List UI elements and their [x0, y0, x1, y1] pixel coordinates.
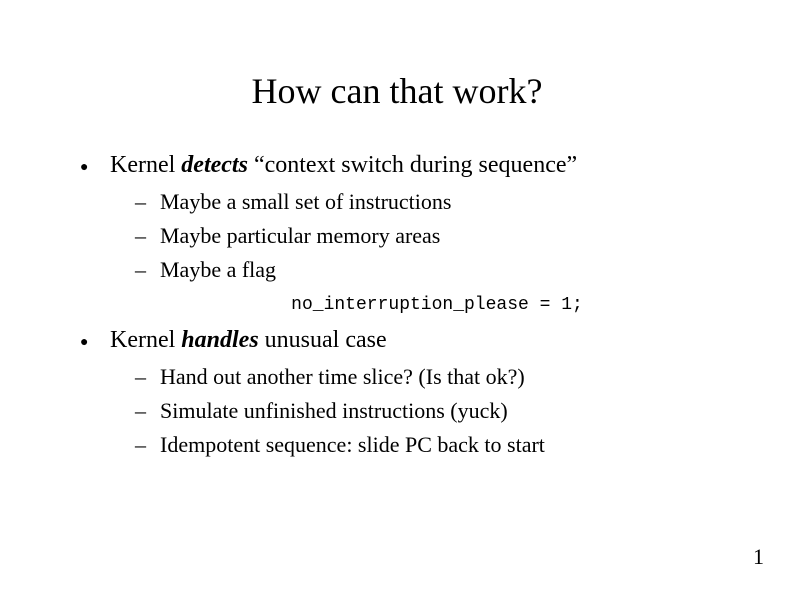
sub-item-2c: Idempotent sequence: slide PC back to st…: [160, 432, 744, 458]
sub-list-2: Hand out another time slice? (Is that ok…: [110, 364, 744, 458]
sub-item-1c: Maybe a flag: [160, 257, 744, 283]
page-number: 1: [753, 544, 764, 570]
sub-item-1b: Maybe particular memory areas: [160, 223, 744, 249]
slide-title: How can that work?: [50, 70, 744, 112]
bullet-2-pre: Kernel: [110, 327, 181, 353]
bullet-2-emphasis: handles: [181, 327, 258, 353]
bullet-1-pre: Kernel: [110, 152, 181, 178]
sub-item-2b: Simulate unfinished instructions (yuck): [160, 398, 744, 424]
bullet-1-post: “context switch during sequence”: [248, 152, 577, 178]
bullet-item-1: Kernel detects “context switch during se…: [110, 152, 744, 283]
bullet-2-post: unusual case: [259, 327, 387, 353]
sub-item-2a: Hand out another time slice? (Is that ok…: [160, 364, 744, 390]
sub-item-1a: Maybe a small set of instructions: [160, 189, 744, 215]
bullet-1-emphasis: detects: [181, 152, 248, 178]
bullet-item-2: Kernel handles unusual case Hand out ano…: [110, 327, 744, 458]
main-bullet-list-2: Kernel handles unusual case Hand out ano…: [50, 327, 744, 458]
code-snippet: no_interruption_please = 1;: [50, 295, 744, 315]
slide-content: How can that work? Kernel detects “conte…: [0, 0, 794, 498]
sub-list-1: Maybe a small set of instructions Maybe …: [110, 189, 744, 283]
main-bullet-list: Kernel detects “context switch during se…: [50, 152, 744, 283]
